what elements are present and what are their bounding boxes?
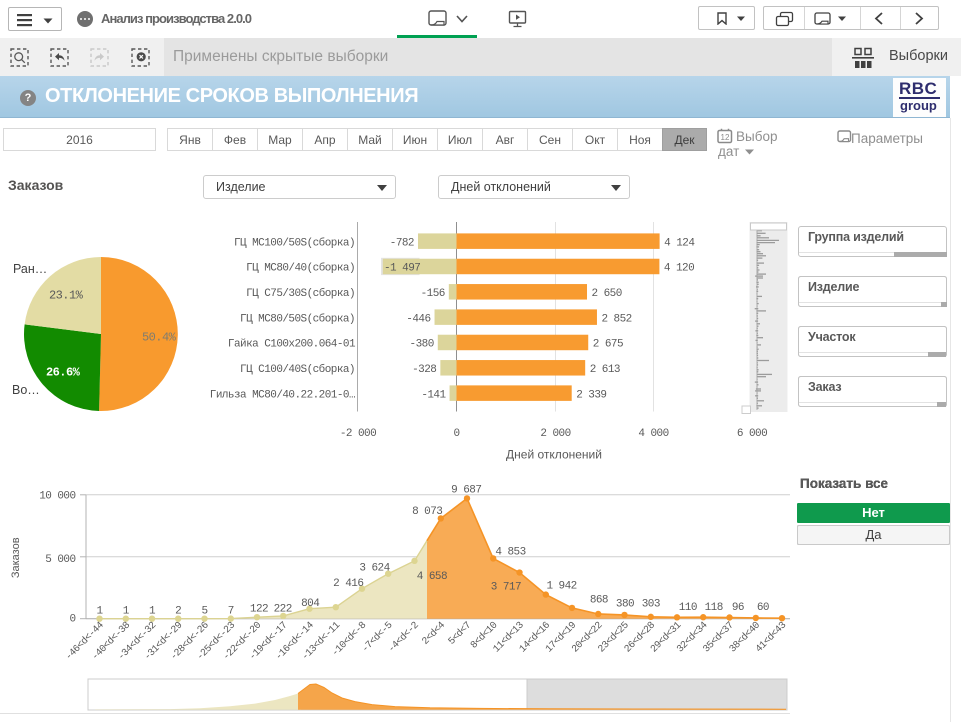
- svg-text:-446: -446: [406, 313, 430, 325]
- svg-text:118: 118: [705, 602, 723, 614]
- svg-text:Во…: Во…: [12, 383, 40, 397]
- svg-text:5: 5: [201, 606, 207, 618]
- svg-text:Гильза МС80/40.22.201-0…: Гильза МС80/40.22.201-0…: [210, 389, 355, 401]
- svg-text:ГЦ МС80/50S(сборка): ГЦ МС80/50S(сборка): [240, 312, 355, 325]
- svg-text:2 650: 2 650: [592, 288, 622, 300]
- svg-text:2 339: 2 339: [576, 389, 606, 401]
- svg-text:-380: -380: [410, 339, 434, 351]
- svg-text:8 073: 8 073: [412, 506, 442, 518]
- svg-text:122: 122: [250, 603, 268, 615]
- svg-text:ГЦ МС80/40(сборка): ГЦ МС80/40(сборка): [246, 262, 355, 275]
- svg-text:-328: -328: [412, 364, 436, 376]
- svg-text:4 124: 4 124: [664, 237, 695, 249]
- svg-text:9 687: 9 687: [451, 485, 481, 497]
- svg-text:7: 7: [228, 606, 234, 618]
- svg-text:Заказов: Заказов: [10, 537, 22, 578]
- svg-text:2 675: 2 675: [593, 339, 623, 351]
- svg-text:0: 0: [453, 428, 459, 440]
- svg-text:804: 804: [301, 598, 320, 610]
- svg-text:Гайка С100х200.064-01: Гайка С100х200.064-01: [228, 339, 356, 351]
- svg-text:4 658: 4 658: [417, 571, 447, 583]
- svg-text:2 416: 2 416: [333, 578, 363, 590]
- svg-text:2<d<4: 2<d<4: [420, 619, 448, 647]
- svg-text:1 942: 1 942: [546, 580, 576, 592]
- svg-text:3 624: 3 624: [359, 563, 390, 575]
- svg-text:-2 000: -2 000: [340, 428, 376, 440]
- svg-text:2 613: 2 613: [590, 364, 620, 376]
- svg-text:ГЦ МС100/50S(сборка): ГЦ МС100/50S(сборка): [234, 236, 355, 249]
- svg-text:6 000: 6 000: [737, 428, 767, 440]
- svg-text:23.1%: 23.1%: [49, 289, 84, 303]
- svg-text:1: 1: [96, 606, 103, 618]
- svg-text:2: 2: [175, 606, 181, 618]
- svg-text:60: 60: [757, 602, 769, 614]
- svg-text:1: 1: [123, 606, 130, 618]
- svg-text:4 120: 4 120: [664, 263, 694, 275]
- svg-text:Ран…: Ран…: [13, 262, 47, 276]
- svg-text:Дней отклонений: Дней отклонений: [506, 448, 602, 462]
- svg-text:5 000: 5 000: [45, 554, 75, 566]
- svg-text:12: 12: [721, 133, 730, 142]
- svg-text:-156: -156: [421, 288, 445, 300]
- svg-text:-141: -141: [421, 389, 446, 401]
- svg-text:2 000: 2 000: [540, 428, 570, 440]
- svg-text:96: 96: [732, 602, 744, 614]
- svg-text:-782: -782: [390, 237, 414, 249]
- svg-text:2 852: 2 852: [601, 313, 631, 325]
- svg-text:303: 303: [642, 599, 660, 611]
- svg-text:380: 380: [616, 599, 634, 611]
- svg-text:50.4%: 50.4%: [142, 331, 177, 345]
- svg-text:222: 222: [274, 603, 292, 615]
- svg-text:1: 1: [149, 606, 156, 618]
- svg-text:-1 497: -1 497: [384, 263, 420, 275]
- svg-text:10 000: 10 000: [39, 491, 75, 503]
- svg-text:0: 0: [69, 613, 75, 625]
- svg-text:ГЦ С100/40S(сборка): ГЦ С100/40S(сборка): [240, 363, 355, 376]
- svg-text:ГЦ С75/30S(сборка): ГЦ С75/30S(сборка): [246, 287, 355, 300]
- svg-text:4 000: 4 000: [638, 428, 668, 440]
- svg-text:110: 110: [679, 602, 697, 614]
- svg-text:4 853: 4 853: [495, 546, 525, 558]
- svg-text:868: 868: [590, 595, 608, 607]
- svg-text:3 717: 3 717: [491, 581, 521, 593]
- svg-text:26.6%: 26.6%: [46, 366, 81, 380]
